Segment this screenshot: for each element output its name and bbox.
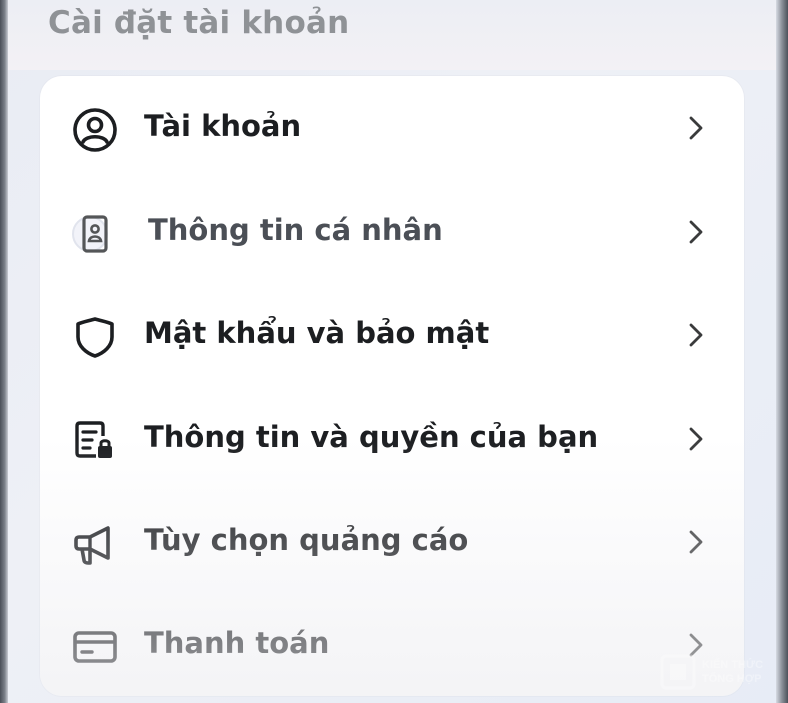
watermark-line-1: KIẾN THỨC: [702, 659, 764, 671]
header: Cài đặt tài khoản: [8, 0, 776, 70]
menu-item-password-security[interactable]: Mật khẩu và bảo mật: [40, 283, 744, 383]
screen-bezel-left: [0, 0, 8, 703]
watermark-line-2: TỔNG HỢP: [702, 673, 762, 685]
shield-icon: [72, 314, 118, 360]
chevron-right-icon: [689, 427, 703, 451]
menu-item-payments[interactable]: Thanh toán: [40, 593, 744, 693]
watermark-logo: KIẾN THỨC TỔNG HỢP: [660, 654, 780, 694]
chevron-right-icon: [689, 220, 703, 244]
menu-item-label: Tài khoản: [144, 109, 302, 143]
watermark-icon: [660, 654, 696, 690]
account-settings-menu: Tài khoản Thông tin cá nhân Mật khẩu và …: [40, 76, 744, 696]
megaphone-icon: [72, 521, 118, 567]
menu-item-info-permissions[interactable]: Thông tin và quyền của bạn: [40, 387, 744, 487]
id-card-icon: [72, 211, 118, 257]
section-title: Cài đặt tài khoản: [48, 5, 350, 41]
menu-item-ad-preferences[interactable]: Tùy chọn quảng cáo: [40, 490, 744, 590]
chevron-right-icon: [689, 116, 703, 140]
screen-bezel-right: [776, 0, 788, 703]
chevron-right-icon: [689, 530, 703, 554]
document-lock-icon: [72, 418, 118, 464]
menu-item-label: Mật khẩu và bảo mật: [144, 316, 490, 350]
credit-card-icon: [72, 624, 118, 670]
account-circle-icon: [72, 107, 118, 153]
menu-item-label: Tùy chọn quảng cáo: [144, 523, 469, 557]
menu-item-label: Thông tin cá nhân: [148, 213, 443, 247]
menu-item-label: Thông tin và quyền của bạn: [144, 420, 599, 454]
chevron-right-icon: [689, 323, 703, 347]
menu-item-label: Thanh toán: [144, 626, 330, 660]
menu-item-personal-info[interactable]: Thông tin cá nhân: [40, 180, 744, 280]
menu-item-account[interactable]: Tài khoản: [40, 76, 744, 176]
